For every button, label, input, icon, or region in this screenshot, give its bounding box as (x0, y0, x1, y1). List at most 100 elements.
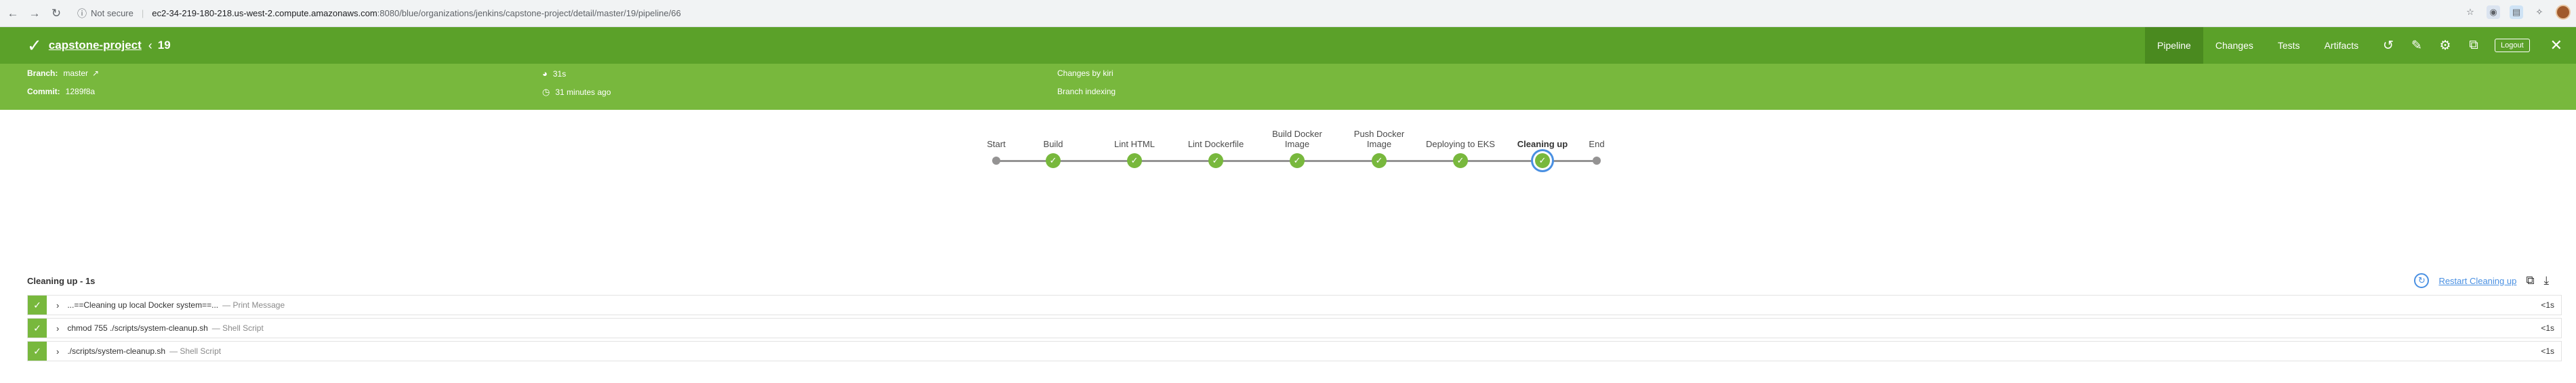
step-name: ...==Cleaning up local Docker system==..… (67, 300, 219, 310)
stage-label-deploying-to-eks[interactable]: Deploying to EKS (1413, 139, 1508, 149)
step-duration: <1s (2541, 300, 2554, 310)
commit-label: Commit: (27, 87, 60, 96)
stage-label-build-docker-image[interactable]: Build Docker Image (1260, 129, 1334, 149)
stage-node-cleaning-up[interactable]: ✓ (1535, 153, 1550, 168)
edit-pencil-icon[interactable]: ✎ (2409, 38, 2424, 54)
chevron-right-icon[interactable]: › (56, 346, 59, 357)
stage-node-deploying-to-eks[interactable]: ✓ (1453, 153, 1468, 168)
step-name: chmod 755 ./scripts/system-cleanup.sh (67, 323, 208, 333)
step-duration: <1s (2541, 323, 2554, 333)
time-ago-value: 31 minutes ago (555, 87, 611, 97)
extension-icon[interactable]: ▤ (2510, 5, 2523, 19)
classic-ui-exit-icon[interactable]: ⧉ (2466, 38, 2481, 53)
branch-row: Branch: master ↗ (27, 68, 99, 78)
duration-value: 31s (552, 68, 567, 79)
stage-node-build-docker-image[interactable]: ✓ (1290, 153, 1305, 168)
success-check-icon: ✓ (27, 35, 42, 56)
stage-node-lint-dockerfile[interactable]: ✓ (1208, 153, 1223, 168)
step-row[interactable]: ✓ › chmod 755 ./scripts/system-cleanup.s… (27, 318, 2562, 338)
branch-label: Branch: (27, 68, 58, 78)
stage-node-push-docker-image[interactable]: ✓ (1372, 153, 1387, 168)
step-type: — Print Message (222, 300, 285, 310)
browser-toolbar: ← → ↻ ⓘ Not secure | ec2-34-219-180-218.… (0, 0, 2576, 27)
logout-button[interactable]: Logout (2495, 39, 2530, 52)
tab-artifacts[interactable]: Artifacts (2312, 27, 2371, 64)
commit-row: Commit: 1289f8a (27, 87, 95, 96)
step-type: — Shell Script (169, 346, 222, 356)
step-duration: <1s (2541, 346, 2554, 356)
forward-icon[interactable]: → (26, 5, 43, 22)
check-icon: ✓ (1130, 155, 1139, 165)
tab-pipeline[interactable]: Pipeline (2145, 27, 2203, 64)
check-icon: ✓ (1456, 155, 1465, 165)
check-icon: ✓ (1375, 155, 1383, 165)
branch-value[interactable]: master (63, 68, 88, 78)
restart-stage-link[interactable]: Restart Cleaning up (2438, 276, 2516, 286)
reload-icon[interactable]: ↻ (47, 5, 65, 22)
external-link-icon[interactable]: ↗ (92, 68, 99, 78)
gear-icon[interactable]: ⚙ (2438, 38, 2453, 54)
open-in-new-icon[interactable]: ⧉ (2526, 274, 2534, 287)
url-path: :8080/blue/organizations/jenkins/capston… (377, 8, 681, 18)
step-type: — Shell Script (211, 323, 264, 333)
success-check-icon: ✓ (28, 319, 47, 338)
cause-value: Branch indexing (1057, 87, 1116, 96)
step-name: ./scripts/system-cleanup.sh (67, 346, 166, 356)
changes-row: Changes by kiri (1057, 68, 1113, 78)
check-icon: ✓ (1538, 155, 1547, 165)
run-tabs: Pipeline Changes Tests Artifacts (2145, 27, 2371, 64)
cause-row: Branch indexing (1057, 87, 1116, 96)
run-header: ✓ capstone-project ‹ 19 Pipeline Changes… (0, 27, 2576, 64)
clock-icon: ◷ (542, 87, 550, 97)
rerun-icon[interactable]: ↺ (2381, 38, 2396, 54)
stage-label-start: Start (987, 139, 1006, 149)
stage-label-cleaning-up[interactable]: Cleaning up (1495, 139, 1590, 149)
stage-connector (996, 160, 1597, 162)
stage-label-lint-html[interactable]: Lint HTML (1087, 139, 1182, 149)
time-row: ◷ 31 minutes ago (542, 87, 611, 98)
address-bar[interactable]: ⓘ Not secure | ec2-34-219-180-218.us-wes… (77, 3, 681, 24)
project-link[interactable]: capstone-project (49, 39, 142, 52)
chevron-right-icon[interactable]: › (56, 323, 59, 334)
back-icon[interactable]: ← (4, 5, 22, 22)
info-icon[interactable]: ⓘ (77, 7, 87, 20)
url-host: ec2-34-219-180-218.us-west-2.compute.ama… (152, 8, 377, 18)
browser-actions: ☆ ◉ ▤ ✧ (2463, 5, 2571, 20)
changes-value: Changes by kiri (1057, 68, 1113, 78)
success-check-icon: ✓ (28, 342, 47, 361)
extension-icon[interactable]: ◉ (2487, 5, 2500, 19)
step-row[interactable]: ✓ › ./scripts/system-cleanup.sh — Shell … (27, 341, 2562, 361)
tab-tests[interactable]: Tests (2266, 27, 2312, 64)
close-icon[interactable]: ✕ (2550, 37, 2562, 54)
stage-node-lint-html[interactable]: ✓ (1127, 153, 1142, 168)
extensions-puzzle-icon[interactable]: ✧ (2533, 5, 2546, 19)
profile-avatar[interactable] (2556, 5, 2571, 20)
chevron-right-icon[interactable]: › (56, 300, 59, 310)
header-tools: ↺ ✎ ⚙ ⧉ Logout ✕ (2381, 27, 2562, 64)
download-icon[interactable]: ⤓ (2543, 274, 2549, 287)
run-number: 19 (157, 39, 171, 52)
chevron-left-icon[interactable]: ‹ (148, 39, 152, 53)
success-check-icon: ✓ (28, 296, 47, 315)
stage-label-push-docker-image[interactable]: Push Docker Image (1342, 129, 1416, 149)
stage-node-end (1593, 157, 1601, 165)
duration-row: ◕ 31s (542, 68, 566, 79)
tab-changes[interactable]: Changes (2203, 27, 2266, 64)
security-label: Not secure (91, 8, 134, 18)
check-icon: ✓ (1049, 155, 1057, 165)
step-row[interactable]: ✓ › ...==Cleaning up local Docker system… (27, 295, 2562, 315)
duration-icon: ◕ (542, 68, 548, 79)
stage-label-lint-dockerfile[interactable]: Lint Dockerfile (1168, 139, 1263, 149)
steps-actions: ↻ Restart Cleaning up ⧉ ⤓ (2414, 273, 2549, 288)
url-separator: | (141, 8, 144, 18)
stage-node-build[interactable]: ✓ (1046, 153, 1061, 168)
commit-value: 1289f8a (65, 87, 96, 96)
bookmark-star-icon[interactable]: ☆ (2463, 5, 2477, 19)
run-details: Branch: master ↗ Commit: 1289f8a ◕ 31s ◷… (0, 64, 2576, 110)
stage-node-start (992, 157, 1000, 165)
restart-icon[interactable]: ↻ (2414, 273, 2430, 288)
stage-label-end: End (1589, 139, 1605, 149)
check-icon: ✓ (1293, 155, 1301, 165)
stage-label-build[interactable]: Build (1006, 139, 1101, 149)
steps-title: Cleaning up - 1s (27, 276, 96, 286)
